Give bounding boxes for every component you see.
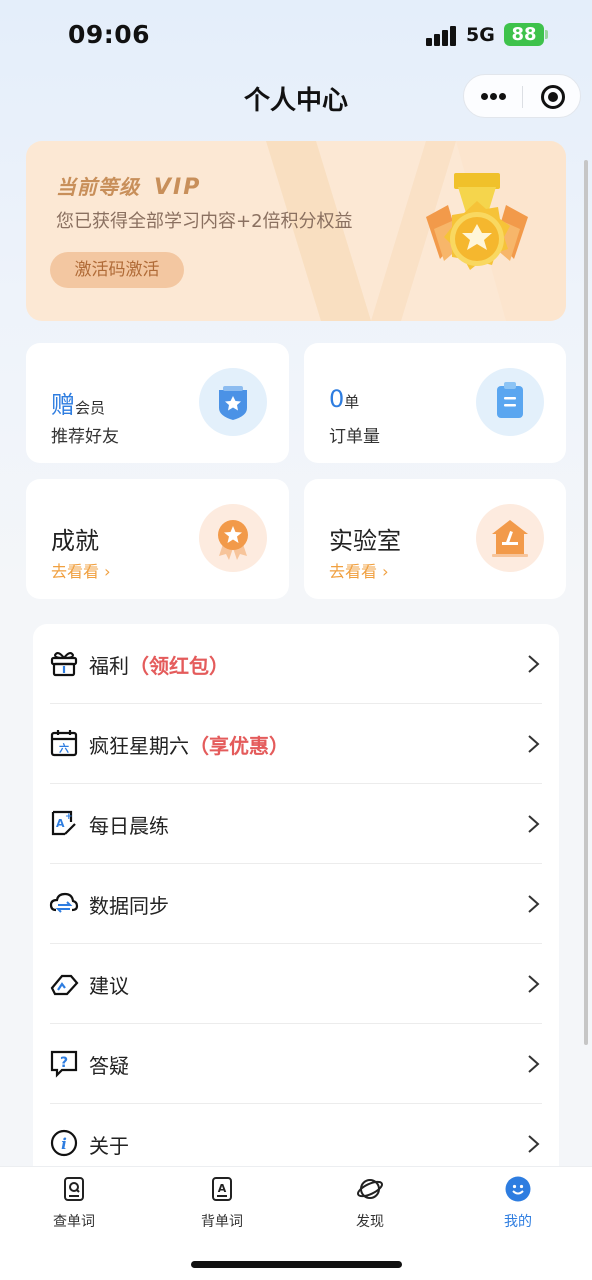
- clipboard-icon: [476, 368, 544, 436]
- menu-item-data-sync[interactable]: 数据同步: [33, 864, 559, 944]
- svg-text:i: i: [61, 1135, 67, 1153]
- tab-memorize-word[interactable]: A 背单词: [172, 1175, 272, 1235]
- chevron-right-icon: [528, 1055, 540, 1073]
- question-icon: ?: [50, 1050, 78, 1078]
- tab-label: 查单词: [53, 1214, 95, 1230]
- chevron-right-icon: [528, 655, 540, 673]
- calendar-icon: 六: [50, 730, 78, 757]
- battery-tip: [545, 30, 548, 39]
- more-button[interactable]: [464, 75, 522, 119]
- award-ribbon-icon: [199, 504, 267, 572]
- menu-item-label: 关于: [89, 1134, 129, 1158]
- menu-item-welfare[interactable]: 福利（领红包）: [33, 624, 559, 704]
- menu-item-label: 建议: [89, 974, 129, 998]
- menu-item-suggestion[interactable]: 建议: [33, 944, 559, 1024]
- referral-title: 赠会员: [51, 391, 106, 419]
- planet-icon: [357, 1179, 383, 1199]
- lab-title: 实验室: [329, 527, 401, 555]
- chevron-right-icon: [528, 895, 540, 913]
- referral-card[interactable]: 赠会员 推荐好友: [26, 343, 289, 463]
- chevron-right-icon: [528, 975, 540, 993]
- lab-card[interactable]: 实验室 去看看 ›: [304, 479, 566, 599]
- menu-list: 福利（领红包） 六 疯狂星期六（享优惠） A + 每日晨练 数据同步 建议 ? …: [33, 624, 559, 1184]
- referral-subtitle: 推荐好友: [51, 427, 119, 447]
- gift-icon: [50, 652, 78, 677]
- menu-item-label: 每日晨练: [89, 814, 169, 838]
- vip-badge: VIP: [154, 175, 202, 200]
- house-microscope-icon: [476, 504, 544, 572]
- menu-item-qa[interactable]: ? 答疑: [33, 1024, 559, 1104]
- menu-item-label: 答疑: [89, 1054, 129, 1078]
- menu-item-label: 福利（领红包）: [89, 654, 229, 678]
- medal-icon: [426, 173, 528, 270]
- status-time: 09:06: [68, 20, 151, 49]
- menu-item-label: 疯狂星期六（享优惠）: [89, 734, 289, 758]
- shield-star-icon: [199, 368, 267, 436]
- tab-lookup-word[interactable]: 查单词: [24, 1175, 124, 1235]
- battery-icon: 88: [504, 23, 544, 46]
- svg-text:A: A: [56, 817, 65, 830]
- scrollbar[interactable]: [584, 160, 588, 1045]
- activate-code-button[interactable]: 激活码激活: [50, 252, 184, 288]
- chevron-right-icon: [528, 815, 540, 833]
- chevron-right-icon: [528, 1135, 540, 1153]
- close-target-icon[interactable]: [541, 85, 565, 109]
- status-bar: 09:06 5G 88: [0, 0, 592, 70]
- svg-text:A: A: [218, 1182, 227, 1195]
- orders-subtitle: 订单量: [329, 427, 380, 447]
- vip-level-title: 当前等级 VIP: [56, 175, 202, 200]
- tab-label: 发现: [356, 1214, 384, 1230]
- signal-icon: [426, 26, 458, 46]
- svg-text:六: 六: [59, 742, 69, 755]
- achievement-title: 成就: [51, 527, 99, 555]
- practice-icon: A +: [51, 810, 76, 836]
- achievement-card[interactable]: 成就 去看看 ›: [26, 479, 289, 599]
- cloud-sync-icon: [49, 892, 79, 913]
- network-type: 5G: [466, 24, 495, 46]
- orders-card[interactable]: 0单 订单量: [304, 343, 566, 463]
- vip-banner: 当前等级 VIP 您已获得全部学习内容+2倍积分权益 激活码激活: [26, 141, 566, 321]
- tab-discover[interactable]: 发现: [320, 1175, 420, 1235]
- capsule-divider: [522, 86, 523, 108]
- menu-item-morning-practice[interactable]: A + 每日晨练: [33, 784, 559, 864]
- miniprogram-capsule: [463, 74, 581, 118]
- menu-item-label: 数据同步: [89, 894, 169, 918]
- info-icon: i: [50, 1129, 78, 1157]
- svg-text:?: ?: [60, 1055, 68, 1071]
- home-indicator: [191, 1261, 402, 1268]
- menu-item-crazy-saturday[interactable]: 六 疯狂星期六（享优惠）: [33, 704, 559, 784]
- orders-title: 0单: [329, 385, 360, 413]
- vip-description: 您已获得全部学习内容+2倍积分权益: [56, 211, 353, 232]
- memorize-word-icon: A: [212, 1177, 232, 1201]
- achievement-link[interactable]: 去看看 ›: [51, 558, 111, 582]
- svg-text:+: +: [65, 812, 73, 822]
- profile-icon: [505, 1176, 531, 1202]
- tab-mine[interactable]: 我的: [468, 1175, 568, 1235]
- chevron-right-icon: [528, 735, 540, 753]
- tab-label: 我的: [504, 1214, 532, 1230]
- lab-link[interactable]: 去看看 ›: [329, 558, 389, 582]
- search-word-icon: [64, 1177, 84, 1201]
- feedback-icon: [50, 974, 79, 996]
- tab-label: 背单词: [201, 1214, 243, 1230]
